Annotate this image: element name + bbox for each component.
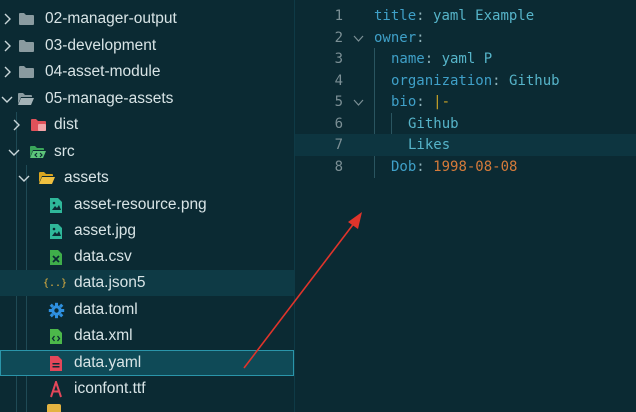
annotation-arrow — [243, 212, 362, 369]
